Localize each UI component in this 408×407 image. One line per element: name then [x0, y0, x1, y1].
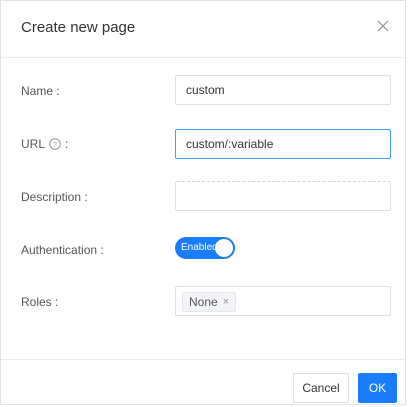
url-input[interactable]: custom/:variable — [175, 129, 391, 159]
roles-label-text: Roles : — [21, 295, 59, 309]
close-icon — [377, 20, 389, 32]
dialog-header: Create new page — [1, 1, 405, 58]
help-icon[interactable]: ? — [49, 138, 61, 150]
role-tag-label: None — [189, 295, 218, 309]
dialog-footer: Cancel OK — [1, 359, 405, 404]
name-input-value: custom — [186, 83, 225, 97]
authentication-label-text: Authentication : — [21, 243, 104, 257]
description-input[interactable] — [175, 181, 391, 211]
name-input[interactable]: custom — [175, 75, 391, 105]
authentication-toggle-text: Enabled — [181, 242, 218, 253]
toggle-knob — [215, 239, 233, 257]
url-label: URL ? : — [21, 137, 68, 151]
description-label-text: Description : — [21, 190, 88, 204]
roles-label: Roles : — [21, 295, 58, 309]
url-label-text: URL — [21, 137, 46, 151]
description-label: Description : — [21, 190, 88, 204]
svg-text:?: ? — [53, 142, 57, 149]
remove-tag-icon[interactable]: × — [223, 296, 229, 308]
cancel-button[interactable]: Cancel — [293, 373, 349, 403]
close-button[interactable] — [375, 18, 391, 34]
url-label-suffix: : — [65, 137, 69, 151]
create-page-dialog: Create new page Name : custom URL ? : cu… — [0, 0, 406, 405]
ok-button[interactable]: OK — [358, 373, 397, 403]
roles-select[interactable]: None × — [175, 286, 391, 316]
authentication-label: Authentication : — [21, 243, 104, 257]
name-label: Name : — [21, 84, 60, 98]
role-tag-none: None × — [182, 292, 237, 312]
url-input-value: custom/:variable — [186, 137, 274, 151]
authentication-toggle[interactable]: Enabled — [175, 237, 235, 259]
name-label-text: Name : — [21, 84, 60, 98]
dialog-title: Create new page — [21, 19, 136, 36]
